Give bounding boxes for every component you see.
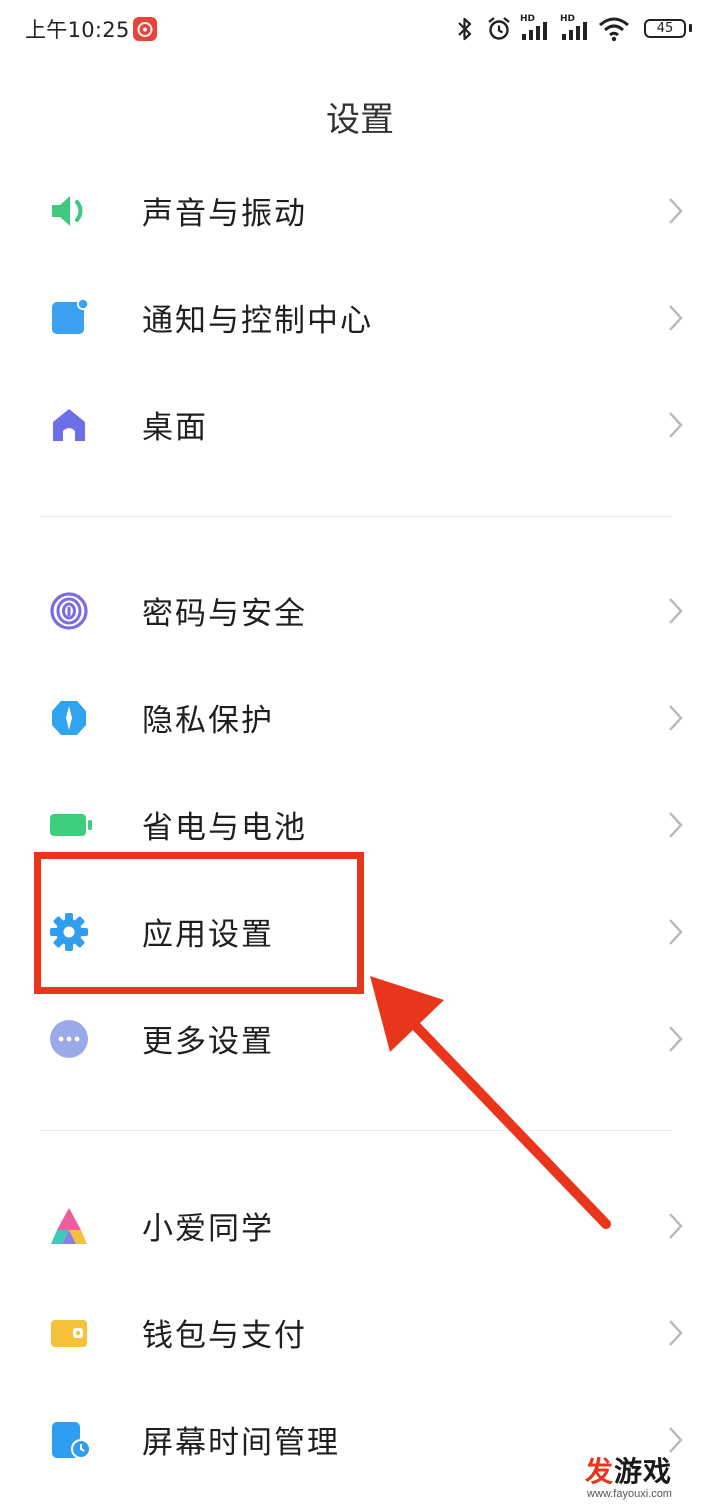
battery-icon	[48, 804, 92, 846]
speaker-icon	[48, 190, 90, 232]
signal-hd-icon-2: HD	[560, 14, 594, 46]
section-divider	[40, 516, 672, 517]
chevron-right-icon	[664, 303, 686, 333]
status-time: 上午10:25	[25, 18, 130, 42]
settings-item-label: 小爱同学	[142, 1211, 274, 1247]
chevron-right-icon	[664, 1024, 686, 1054]
settings-item-label: 声音与振动	[142, 196, 307, 232]
settings-item-wallet[interactable]: 钱包与支付	[0, 1280, 720, 1384]
alarm-icon	[486, 16, 512, 46]
watermark-logo: 发游戏 www.fayouxi.com	[585, 1450, 715, 1506]
watermark-brand: 发游戏	[585, 1450, 672, 1490]
settings-item-label: 钱包与支付	[142, 1318, 307, 1354]
hd-label: HD	[560, 14, 576, 24]
chevron-right-icon	[664, 703, 686, 733]
chevron-right-icon	[664, 410, 686, 440]
signal-hd-icon-1: HD	[520, 14, 554, 46]
settings-item-label: 屏幕时间管理	[142, 1425, 340, 1461]
chevron-right-icon	[664, 917, 686, 947]
privacy-shield-icon	[48, 697, 90, 739]
chevron-right-icon	[664, 810, 686, 840]
settings-screen: 上午10:25 HD HD 45 设置 声音与振动 通知与控制中心 桌面 密码与…	[0, 0, 720, 1510]
settings-item-sound[interactable]: 声音与振动	[0, 158, 720, 262]
settings-item-label: 隐私保护	[142, 703, 274, 739]
settings-item-privacy[interactable]: 隐私保护	[0, 665, 720, 769]
chevron-right-icon	[664, 1318, 686, 1348]
settings-item-label: 省电与电池	[142, 810, 307, 846]
battery-icon: 45	[640, 16, 692, 42]
xiaoai-icon	[48, 1205, 90, 1247]
settings-item-label: 更多设置	[142, 1024, 274, 1060]
screen-time-icon	[48, 1419, 91, 1461]
settings-item-label: 密码与安全	[142, 596, 307, 632]
annotation-arrow-icon	[360, 960, 620, 1240]
battery-level: 45	[644, 19, 686, 38]
netease-music-icon	[133, 17, 157, 41]
bluetooth-icon	[456, 16, 474, 46]
fingerprint-icon	[48, 590, 90, 632]
settings-item-notifications[interactable]: 通知与控制中心	[0, 265, 720, 369]
wallet-icon	[48, 1312, 90, 1354]
status-icons: HD HD 45	[456, 14, 692, 46]
settings-item-label: 桌面	[142, 410, 208, 446]
chevron-right-icon	[664, 196, 686, 226]
hd-label: HD	[520, 14, 536, 24]
settings-item-home-screen[interactable]: 桌面	[0, 372, 720, 476]
status-bar: 上午10:25 HD HD 45	[0, 0, 720, 62]
home-icon	[48, 404, 90, 446]
notification-icon	[48, 297, 90, 339]
watermark-brand-accent: 发	[585, 1455, 615, 1488]
chevron-right-icon	[664, 1211, 686, 1241]
wifi-icon	[598, 16, 630, 46]
page-title: 设置	[326, 100, 394, 140]
settings-item-label: 通知与控制中心	[142, 303, 373, 339]
watermark-url: www.fayouxi.com	[587, 1488, 672, 1500]
settings-item-password-security[interactable]: 密码与安全	[0, 558, 720, 662]
watermark-brand-rest: 游戏	[614, 1455, 673, 1488]
more-dots-icon	[48, 1018, 90, 1060]
chevron-right-icon	[664, 596, 686, 626]
highlight-box	[34, 852, 364, 994]
